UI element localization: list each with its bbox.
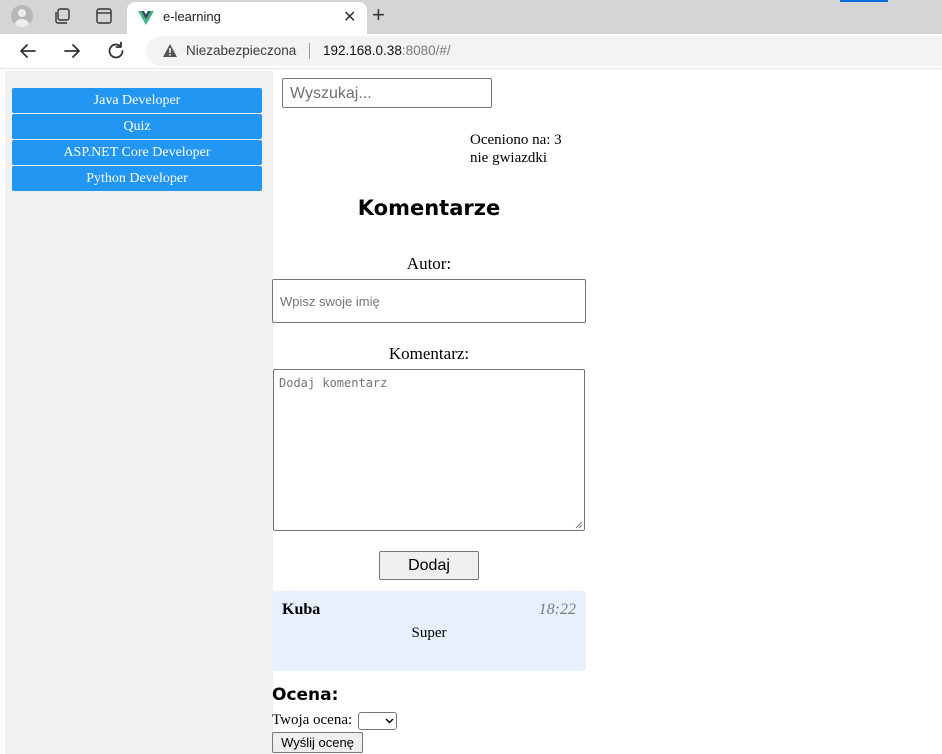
security-label[interactable]: Niezabezpieczona xyxy=(186,43,296,58)
page-viewport: Java Developer Quiz ASP.NET Core Develop… xyxy=(0,69,942,754)
rating-heading: Ocena: xyxy=(272,685,339,705)
address-bar[interactable]: Niezabezpieczona 192.168.0.38:8080/#/ xyxy=(146,36,942,66)
rating-summary-line1: Oceniono na: 3 xyxy=(470,132,562,148)
author-label: Autor: xyxy=(406,254,452,273)
browser-tab[interactable]: e-learning ✕ xyxy=(127,2,367,34)
warning-icon[interactable] xyxy=(162,43,178,58)
comment-placeholder: Dodaj komentarz xyxy=(279,376,388,390)
comments-heading: Komentarze xyxy=(357,196,501,220)
sidebar-item-aspnet-core-developer[interactable]: ASP.NET Core Developer xyxy=(12,140,262,165)
vue-logo-icon xyxy=(138,11,154,25)
back-icon[interactable] xyxy=(16,39,40,63)
collections-icon[interactable] xyxy=(53,7,71,25)
author-placeholder: Wpisz swoje imię xyxy=(280,294,380,309)
comment-time: 18:22 xyxy=(538,601,576,618)
rating-summary: Oceniono na: 3 nie gwiazdki xyxy=(470,131,562,167)
url-host: 192.168.0.38 xyxy=(323,43,402,58)
your-rating-label: Twoja ocena: xyxy=(272,712,353,728)
chevron-down-icon xyxy=(385,718,394,724)
browser-tab-bar: e-learning ✕ + xyxy=(0,0,942,34)
tab-title: e-learning xyxy=(163,9,221,24)
forward-icon[interactable] xyxy=(60,39,84,63)
window-accent xyxy=(840,0,888,2)
reload-icon[interactable] xyxy=(104,39,128,63)
comment-textarea[interactable]: Dodaj komentarz xyxy=(273,369,585,531)
profile-avatar-icon[interactable] xyxy=(11,5,33,27)
sidebar-item-python-developer[interactable]: Python Developer xyxy=(12,166,262,191)
browser-toolbar: Niezabezpieczona 192.168.0.38:8080/#/ xyxy=(0,34,942,69)
resize-handle-icon[interactable] xyxy=(575,521,583,529)
author-input[interactable]: Wpisz swoje imię xyxy=(272,279,586,323)
new-tab-icon[interactable]: + xyxy=(372,3,385,27)
add-comment-button[interactable]: Dodaj xyxy=(379,551,479,580)
sidebar-item-quiz[interactable]: Quiz xyxy=(12,114,262,139)
sidebar: Java Developer Quiz ASP.NET Core Develop… xyxy=(5,71,273,754)
comment-label: Komentarz: xyxy=(388,344,470,363)
sidebar-item-java-developer[interactable]: Java Developer xyxy=(12,88,262,113)
search-placeholder: Wyszukaj... xyxy=(290,85,372,102)
send-rating-button[interactable]: Wyślij ocenę xyxy=(272,732,363,753)
search-input[interactable]: Wyszukaj... xyxy=(282,78,492,108)
address-divider xyxy=(309,43,310,59)
tab-close-icon[interactable]: ✕ xyxy=(343,7,356,27)
url-path: :8080/#/ xyxy=(401,43,451,58)
comment-text: Super xyxy=(411,625,447,641)
tab-actions-icon[interactable] xyxy=(95,7,113,25)
comment-author: Kuba xyxy=(282,601,321,618)
comment-item: Kuba 18:22 Super xyxy=(272,591,586,671)
url-text[interactable]: 192.168.0.38:8080/#/ xyxy=(323,43,451,58)
rating-select[interactable] xyxy=(358,712,397,730)
rating-summary-line2: nie gwiazdki xyxy=(470,150,548,166)
